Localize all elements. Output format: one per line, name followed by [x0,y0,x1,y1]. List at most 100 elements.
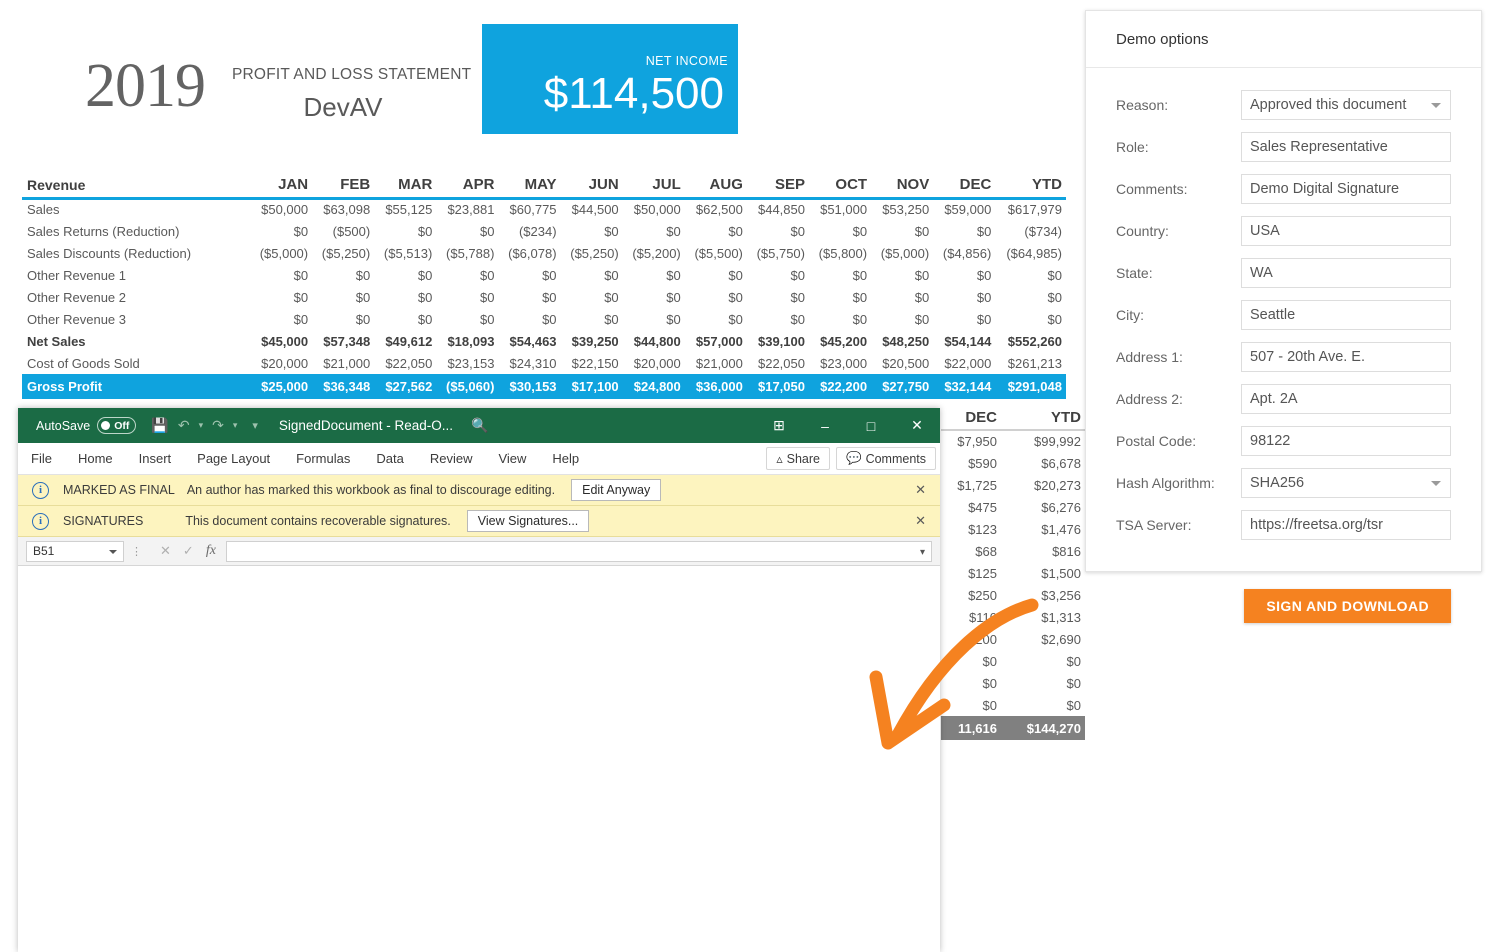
tab-review[interactable]: Review [417,443,486,475]
cell-value: $0 [623,286,685,308]
tab-file[interactable]: File [18,443,65,475]
tab-formulas[interactable]: Formulas [283,443,363,475]
cell-value: $0 [374,308,436,330]
ribbon-display-options-icon[interactable]: ⊞ [756,417,802,434]
strip-col-ytd: YTD [1001,408,1085,430]
input-comments[interactable]: Demo Digital Signature [1241,174,1451,204]
cell-value: $0 [498,308,560,330]
cancel-formula-icon[interactable]: ✕ [160,543,171,559]
cell-value: $44,800 [623,330,685,352]
table-row: Cost of Goods Sold$20,000$21,000$22,050$… [22,352,1066,374]
pnl-col-dec: DEC [933,176,995,198]
pnl-col-jun: JUN [561,176,623,198]
field-value: Sales Representative [1250,139,1388,155]
row-label: Sales Discounts (Reduction) [22,242,250,264]
cell-value: $39,250 [561,330,623,352]
tab-insert[interactable]: Insert [126,443,185,475]
table-row: Gross Profit$25,000$36,348$27,562($5,060… [22,374,1066,399]
input-address-2[interactable]: Apt. 2A [1241,384,1451,414]
cell-value: $0 [941,650,1001,672]
share-button[interactable]: ▵ Share [766,447,830,470]
enter-formula-icon[interactable]: ✓ [183,543,194,559]
insert-function-icon[interactable]: fx [206,543,216,559]
chevron-down-icon [1431,103,1441,108]
field-label: Comments: [1116,181,1241,197]
expand-formula-bar-icon[interactable]: ▾ [920,547,925,558]
input-state[interactable]: WA [1241,258,1451,288]
maximize-button[interactable]: □ [848,418,894,434]
view-signatures-button[interactable]: View Signatures... [467,510,590,532]
cell-value: $0 [1001,650,1085,672]
cell-value: $1,476 [1001,518,1085,540]
close-signatures-icon[interactable]: ✕ [915,513,926,529]
document-company: DevAV [232,92,454,123]
edit-anyway-button[interactable]: Edit Anyway [571,479,661,501]
tab-data[interactable]: Data [363,443,416,475]
row-label: Other Revenue 1 [22,264,250,286]
cell-value: $0 [436,264,498,286]
pnl-col-nov: NOV [871,176,933,198]
field-value: Seattle [1250,307,1295,323]
cell-value: $1,725 [941,474,1001,496]
sign-and-download-button[interactable]: SIGN AND DOWNLOAD [1244,589,1451,623]
undo-dropdown-icon[interactable]: ▾ [196,420,207,431]
table-row: Sales Discounts (Reduction)($5,000)($5,2… [22,242,1066,264]
comments-button[interactable]: 💬 Comments [836,447,936,470]
minimize-button[interactable]: – [802,418,848,434]
cell-value: $475 [941,496,1001,518]
search-icon[interactable]: 🔍 [471,417,488,434]
tab-view[interactable]: View [485,443,539,475]
undo-icon[interactable]: ↶ [175,417,193,434]
autosave-toggle[interactable]: Off [97,417,136,434]
input-role[interactable]: Sales Representative [1241,132,1451,162]
pnl-col-jul: JUL [623,176,685,198]
input-postal-code[interactable]: 98122 [1241,426,1451,456]
table-row: $1,725$20,273 [941,474,1085,496]
field-label: Hash Algorithm: [1116,475,1241,491]
cell-value: $22,150 [561,352,623,374]
cell-value: $23,000 [809,352,871,374]
cell-value: $0 [1001,694,1085,716]
close-marked-as-final-icon[interactable]: ✕ [915,482,926,498]
close-button[interactable]: ✕ [894,417,940,434]
input-city[interactable]: Seattle [1241,300,1451,330]
redo-dropdown-icon[interactable]: ▾ [230,420,241,431]
redo-icon[interactable]: ↷ [209,417,227,434]
cell-value: $0 [933,308,995,330]
table-row: $123$1,476 [941,518,1085,540]
cell-value: $57,000 [685,330,747,352]
pnl-section-label: Revenue [22,176,250,198]
chevron-down-icon [109,550,117,554]
tab-help[interactable]: Help [539,443,592,475]
cell-value: $0 [871,286,933,308]
cell-value: $57,348 [312,330,374,352]
select-hash-algorithm[interactable]: SHA256 [1241,468,1451,498]
table-row: $7,950$99,992 [941,430,1085,452]
tab-page-layout[interactable]: Page Layout [184,443,283,475]
cell-value: $0 [809,308,871,330]
cell-value: $123 [941,518,1001,540]
share-icon: ▵ [776,451,782,466]
formula-input[interactable]: ▾ [226,541,932,562]
cell-value: $0 [312,308,374,330]
field-label: City: [1116,307,1241,323]
save-icon[interactable]: 💾 [148,417,171,434]
window-buttons: ⊞ – □ ✕ [756,408,940,443]
demo-field-row: Address 2:Apt. 2A [1116,384,1451,414]
input-tsa-server[interactable]: https://freetsa.org/tsr [1241,510,1451,540]
strip-col-dec: DEC [941,408,1001,430]
input-country[interactable]: USA [1241,216,1451,246]
cell-value: $18,093 [436,330,498,352]
cell-value: ($4,856) [933,242,995,264]
cell-value: $17,050 [747,374,809,399]
cell-value: $0 [995,286,1066,308]
cell-value: $0 [436,220,498,242]
input-address-1[interactable]: 507 - 20th Ave. E. [1241,342,1451,372]
customize-qat-icon[interactable]: ▾ [249,419,261,432]
select-reason[interactable]: Approved this document [1241,90,1451,120]
cell-value: $0 [871,220,933,242]
tab-home[interactable]: Home [65,443,126,475]
name-box[interactable]: B51 [26,541,124,562]
field-value: Apt. 2A [1250,391,1298,407]
cell-value: $0 [250,220,312,242]
